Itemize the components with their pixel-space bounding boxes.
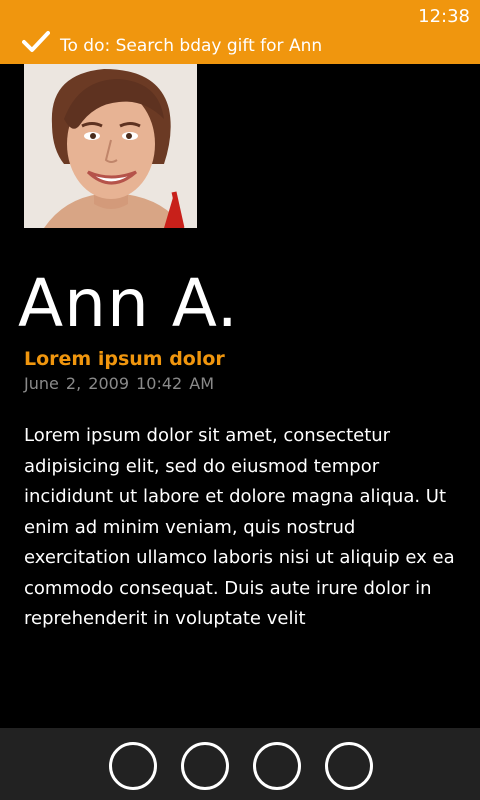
app-bar: [0, 728, 480, 800]
message-datetime: June 2, 2009 10:42 AM: [24, 374, 215, 393]
contact-name: Ann A.: [18, 265, 239, 342]
app-bar-button-3[interactable]: [253, 742, 301, 790]
contact-photo-image: [24, 64, 197, 228]
notification-text: To do: Search bday gift for Ann: [60, 36, 323, 56]
checkmark-icon: [22, 31, 50, 52]
status-clock: 12:38: [418, 6, 470, 27]
app-bar-button-4[interactable]: [325, 742, 373, 790]
app-bar-button-1[interactable]: [109, 742, 157, 790]
app-bar-button-2[interactable]: [181, 742, 229, 790]
message-body: Lorem ipsum dolor sit amet, consectetur …: [24, 425, 455, 629]
notification-bar[interactable]: 12:38 To do: Search bday gift for Ann: [0, 0, 480, 64]
message-subject: Lorem ipsum dolor: [24, 348, 225, 370]
contact-photo[interactable]: [24, 64, 197, 228]
